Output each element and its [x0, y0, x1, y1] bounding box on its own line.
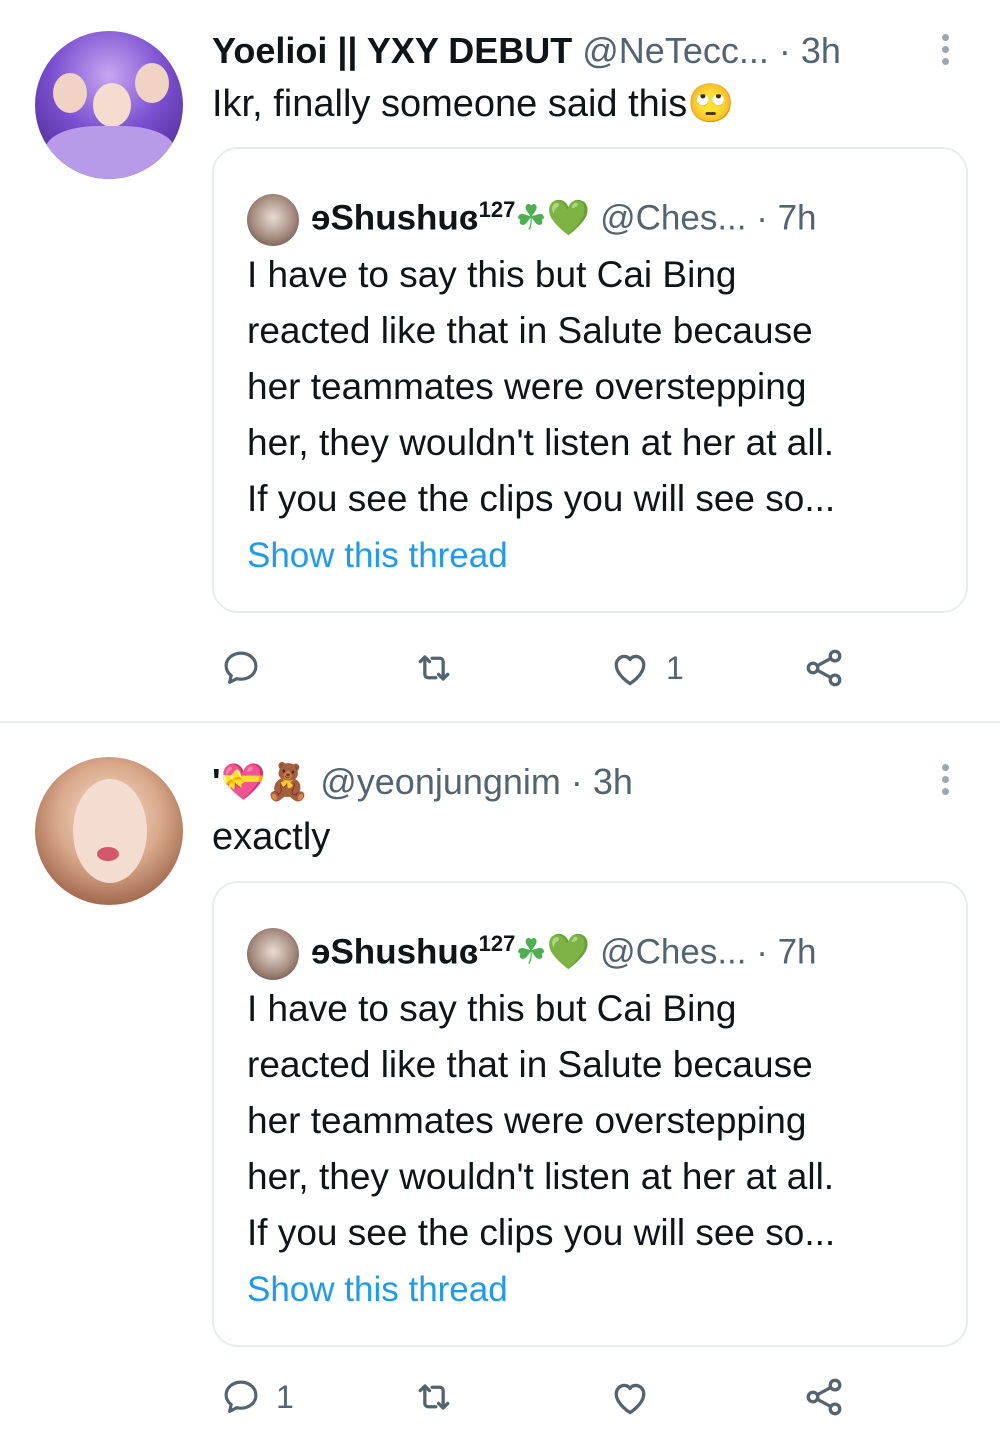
tweet[interactable]: Yoelioi || YXY DEBUT @NeTecc... · 3h Ikr… — [0, 0, 1000, 722]
quoted-line: her, they wouldn't listen at her at all. — [247, 422, 835, 463]
quoted-text: I have to say this but Cai Bing reacted … — [247, 247, 835, 527]
quoted-avatar — [247, 928, 299, 981]
retweet-button[interactable] — [412, 638, 470, 698]
more-options-icon[interactable] — [930, 30, 960, 70]
quoted-line: If you see the clips you will see so... — [247, 1212, 836, 1253]
display-name[interactable]: Yoelioi || YXY DEBUT — [212, 30, 572, 71]
quoted-name-emojis: ☘💚 — [515, 198, 591, 238]
like-button[interactable] — [608, 1367, 666, 1427]
like-icon — [614, 654, 646, 686]
retweet-icon — [418, 1384, 450, 1410]
quoted-line: her teammates were overstepping — [247, 366, 807, 407]
quoted-name-suffix: 127 — [478, 931, 516, 956]
quoted-name-suffix: 127 — [478, 197, 516, 222]
quoted-tweet[interactable]: ɘShushuɞ127☘💚 @Ches... · 7h I have to sa… — [212, 147, 968, 613]
share-icon — [806, 649, 842, 687]
share-icon — [806, 1378, 842, 1416]
like-icon — [614, 1383, 646, 1415]
handle-time: @yeonjungnim · 3h — [320, 761, 633, 802]
action-bar: 1 — [212, 1367, 932, 1427]
divider — [0, 721, 1000, 723]
quoted-name-emojis: ☘💚 — [515, 932, 591, 972]
reply-icon — [224, 1380, 258, 1413]
reply-icon — [224, 651, 258, 684]
quoted-text: I have to say this but Cai Bing reacted … — [247, 981, 835, 1261]
show-thread-link[interactable]: Show this thread — [247, 1270, 508, 1310]
tweet-text: Ikr, finally someone said this🙄 — [212, 80, 735, 128]
quoted-line: If you see the clips you will see so... — [247, 478, 836, 519]
retweet-button[interactable] — [412, 1367, 470, 1427]
tweet-header: '💝🧸 @yeonjungnim · 3h — [212, 757, 633, 807]
reply-count: 1 — [276, 1378, 294, 1415]
quoted-tweet[interactable]: ɘShushuɞ127☘💚 @Ches... · 7h I have to sa… — [212, 881, 968, 1347]
show-thread-link[interactable]: Show this thread — [247, 536, 508, 576]
more-options-icon[interactable] — [930, 760, 960, 800]
quoted-handle-time: @Ches... · 7h — [600, 932, 817, 972]
retweet-icon — [418, 655, 450, 681]
like-count: 1 — [666, 649, 684, 686]
quoted-line: I have to say this but Cai Bing — [247, 254, 737, 295]
emoji: 🙄 — [687, 83, 735, 125]
tweet-text-content: Ikr, finally someone said this — [212, 83, 688, 125]
quoted-display-name: ɘShushuɞ — [311, 198, 479, 238]
share-button[interactable] — [802, 638, 846, 698]
quoted-tweet-header: ɘShushuɞ127☘💚 @Ches... · 7h — [247, 185, 817, 247]
reply-button[interactable]: 1 — [220, 1367, 294, 1427]
tweet-header: Yoelioi || YXY DEBUT @NeTecc... · 3h — [212, 26, 841, 76]
avatar[interactable] — [35, 757, 183, 905]
quoted-tweet-header: ɘShushuɞ127☘💚 @Ches... · 7h — [247, 919, 817, 981]
quoted-avatar — [247, 194, 299, 247]
share-button[interactable] — [802, 1367, 846, 1427]
quoted-handle-time: @Ches... · 7h — [600, 198, 817, 238]
quoted-line: reacted like that in Salute because — [247, 310, 813, 351]
quoted-line: I have to say this but Cai Bing — [247, 988, 737, 1029]
tweet[interactable]: '💝🧸 @yeonjungnim · 3h exactly ɘShushuɞ12… — [0, 724, 1000, 1439]
quoted-line: reacted like that in Salute because — [247, 1044, 813, 1085]
tweet-text: exactly — [212, 816, 331, 858]
display-name[interactable]: '💝🧸 — [212, 761, 310, 802]
avatar[interactable] — [35, 31, 183, 179]
quoted-line: her, they wouldn't listen at her at all. — [247, 1156, 835, 1197]
quoted-line: her teammates were overstepping — [247, 1100, 807, 1141]
quoted-display-name: ɘShushuɞ — [311, 932, 479, 972]
handle-time: @NeTecc... · 3h — [582, 30, 841, 71]
action-bar: 1 — [212, 638, 932, 698]
like-button[interactable]: 1 — [608, 638, 684, 698]
reply-button[interactable] — [220, 638, 276, 698]
